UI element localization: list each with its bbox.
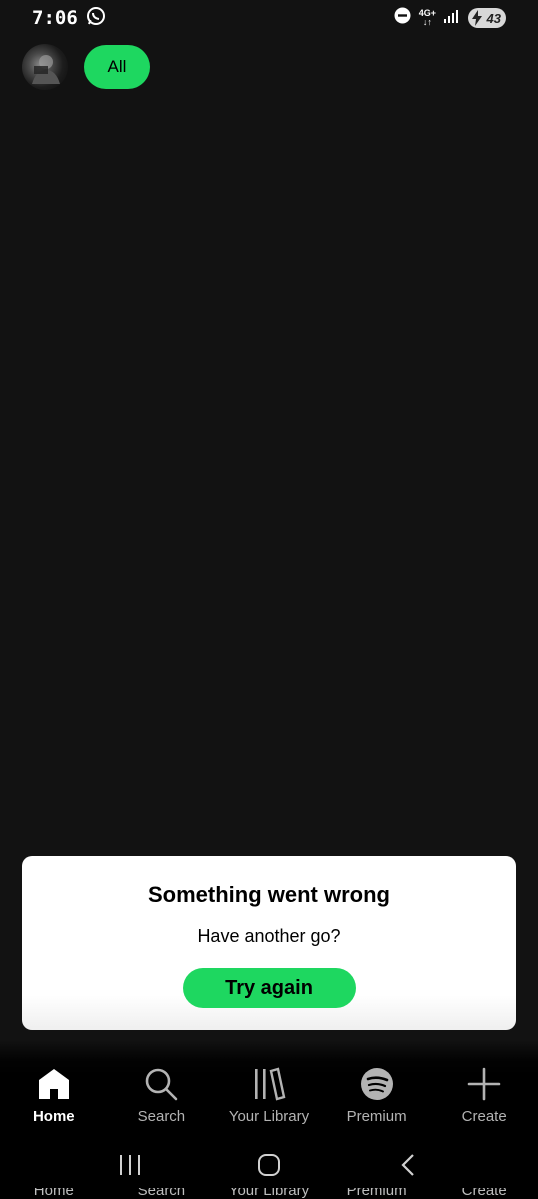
filter-chip-all[interactable]: All xyxy=(84,45,150,89)
ghost-label: Search xyxy=(137,1188,186,1199)
nav-items: Home Search Your Library Premium Create xyxy=(0,1066,538,1136)
ghost-label: Create xyxy=(461,1188,507,1199)
spotify-icon xyxy=(360,1068,393,1100)
battery-indicator: 43 xyxy=(468,8,506,28)
nav-item-label: Your Library xyxy=(228,1108,310,1125)
do-not-disturb-icon xyxy=(394,7,411,29)
try-again-button[interactable]: Try again xyxy=(182,968,356,1008)
recent-apps-button[interactable] xyxy=(110,1145,150,1185)
signal-icon xyxy=(444,9,460,28)
clock: 7:06 xyxy=(32,7,78,29)
ghost-label: Home xyxy=(33,1188,74,1199)
back-button[interactable] xyxy=(388,1145,428,1185)
nav-item-premium[interactable]: Premium xyxy=(327,1066,427,1136)
nav-item-home[interactable]: Home xyxy=(4,1066,104,1136)
status-left: 7:06 xyxy=(32,6,106,31)
status-bar: 7:06 4G+ ↓↑ 43 xyxy=(0,0,538,36)
home-button[interactable] xyxy=(249,1145,289,1185)
error-card: Something went wrong Have another go? Tr… xyxy=(22,856,516,1030)
home-circle-icon xyxy=(257,1154,280,1176)
ghost-label: Your Library xyxy=(228,1188,310,1199)
home-icon xyxy=(38,1069,69,1099)
plus-icon xyxy=(467,1067,501,1101)
nav-item-label: Home xyxy=(32,1108,75,1125)
ghost-nav-labels: Home Search Your Library Premium Create xyxy=(0,1188,538,1199)
battery-level: 43 xyxy=(486,10,501,26)
nav-item-label: Create xyxy=(461,1108,507,1125)
avatar[interactable] xyxy=(22,44,68,90)
nav-item-search[interactable]: Search xyxy=(111,1066,211,1136)
back-icon xyxy=(401,1154,415,1176)
filter-row: All xyxy=(22,44,150,90)
nav-item-label: Premium xyxy=(346,1108,407,1125)
error-subtitle: Have another go? xyxy=(197,926,341,946)
error-title: Something went wrong xyxy=(148,882,390,907)
search-icon xyxy=(146,1068,178,1101)
network-type: 4G+ ↓↑ xyxy=(418,8,436,27)
status-right: 4G+ ↓↑ 43 xyxy=(394,7,506,29)
ghost-label: Premium xyxy=(346,1188,407,1199)
nav-item-create[interactable]: Create xyxy=(434,1066,534,1136)
nav-item-label: Search xyxy=(137,1108,186,1125)
charging-icon xyxy=(472,10,482,26)
recent-apps-icon xyxy=(119,1155,140,1175)
whatsapp-icon xyxy=(86,6,106,31)
library-icon xyxy=(254,1067,286,1101)
system-nav-bar xyxy=(0,1140,538,1190)
nav-item-library[interactable]: Your Library xyxy=(219,1066,319,1136)
